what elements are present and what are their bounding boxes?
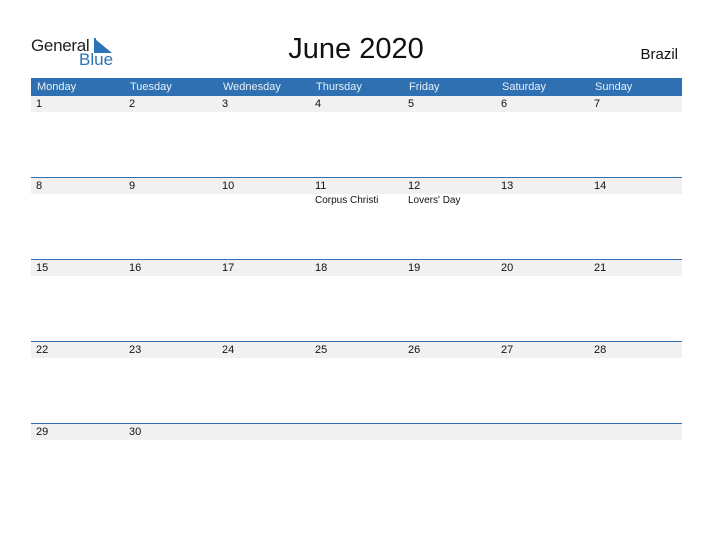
day-number: 12	[408, 180, 421, 192]
day-number-row: 1 2 3 4 5 6 7	[31, 96, 682, 112]
day-number	[589, 424, 682, 440]
weekday-label: Tuesday	[130, 81, 172, 93]
holiday-label: Lovers' Day	[408, 195, 461, 206]
day-number: 8	[36, 180, 43, 192]
weekday-label: Saturday	[502, 81, 547, 93]
weekday-label: Thursday	[316, 81, 362, 93]
day-number: 14	[594, 180, 607, 192]
week-row: 1 2 3 4 5 6 7	[31, 96, 682, 177]
day-number: 25	[315, 344, 328, 356]
weekday-label: Sunday	[595, 81, 633, 93]
day-number: 6	[501, 98, 508, 110]
day-number	[217, 424, 310, 440]
day-number: 23	[129, 344, 142, 356]
day-number: 27	[501, 344, 514, 356]
holiday-label	[496, 194, 589, 208]
day-number	[403, 424, 496, 440]
day-number: 30	[129, 426, 142, 438]
day-number: 18	[315, 262, 328, 274]
day-number-row: 29 30	[31, 424, 682, 440]
day-number: 22	[36, 344, 49, 356]
day-number: 4	[315, 98, 322, 110]
week-row: 29 30	[31, 423, 682, 505]
holiday-row: Corpus Christi Lovers' Day	[31, 194, 682, 208]
day-number: 19	[408, 262, 421, 274]
day-number: 1	[36, 98, 43, 110]
weekday-label: Friday	[409, 81, 440, 93]
day-number: 13	[501, 180, 514, 192]
day-number: 3	[222, 98, 229, 110]
calendar-grid: Monday Tuesday Wednesday Thursday Friday…	[31, 78, 682, 505]
calendar-title: June 2020	[288, 33, 424, 65]
holiday-label	[589, 194, 682, 208]
day-number: 17	[222, 262, 235, 274]
day-number: 24	[222, 344, 235, 356]
day-number: 7	[594, 98, 601, 110]
weekday-header: Monday Tuesday Wednesday Thursday Friday…	[31, 78, 682, 96]
day-number-row: 15 16 17 18 19 20 21	[31, 260, 682, 276]
day-number: 15	[36, 262, 49, 274]
holiday-label	[217, 194, 310, 208]
day-number: 21	[594, 262, 607, 274]
weekday-label: Wednesday	[223, 81, 281, 93]
holiday-label: Corpus Christi	[315, 195, 379, 206]
holiday-label	[31, 194, 124, 208]
day-number-row: 8 9 10 11 12 13 14	[31, 178, 682, 194]
day-number: 20	[501, 262, 514, 274]
day-number	[310, 424, 403, 440]
week-row: 22 23 24 25 26 27 28	[31, 341, 682, 423]
day-number-row: 22 23 24 25 26 27 28	[31, 342, 682, 358]
day-number: 26	[408, 344, 421, 356]
country-label: Brazil	[640, 46, 678, 63]
weekday-label: Monday	[37, 81, 77, 93]
week-row: 8 9 10 11 12 13 14 Corpus Christi Lovers' Day	[31, 177, 682, 259]
day-number: 5	[408, 98, 415, 110]
day-number: 2	[129, 98, 136, 110]
day-number: 28	[594, 344, 607, 356]
day-number	[496, 424, 589, 440]
day-number: 11	[315, 180, 327, 192]
day-number: 16	[129, 262, 142, 274]
week-row: 15 16 17 18 19 20 21	[31, 259, 682, 341]
day-number: 10	[222, 180, 235, 192]
day-number: 9	[129, 180, 136, 192]
day-number: 29	[36, 426, 49, 438]
holiday-label	[124, 194, 217, 208]
